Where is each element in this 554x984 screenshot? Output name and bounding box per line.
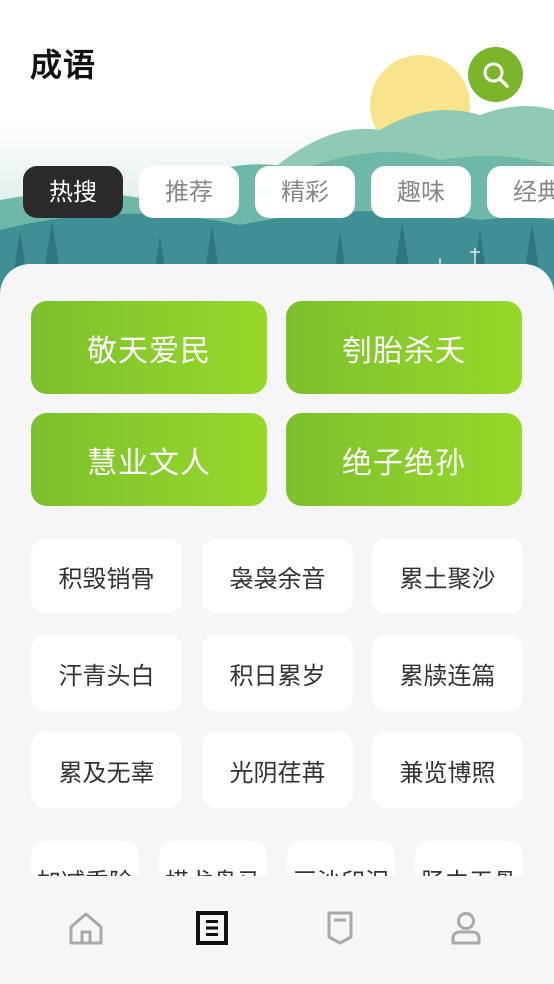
featured-idiom-card[interactable]: 绝子绝孙 (286, 413, 522, 506)
tab-fun[interactable]: 趣味 (371, 166, 471, 218)
category-tabs: 热搜 推荐 精彩 趣味 经典 (23, 166, 554, 218)
search-button[interactable] (468, 47, 523, 102)
featured-idiom-card[interactable]: 刳胎杀夭 (286, 301, 522, 394)
bottom-nav (0, 876, 554, 984)
idiom-chip[interactable]: 画沙印泥 (287, 841, 395, 876)
idiom-chip[interactable]: 横戈盘马 (159, 841, 267, 876)
nav-home[interactable] (56, 898, 116, 958)
idiom-chip[interactable]: 加减乘除 (31, 841, 139, 876)
tab-featured[interactable]: 精彩 (255, 166, 355, 218)
nav-bookmarks[interactable] (310, 898, 370, 958)
tab-classic[interactable]: 经典 (487, 166, 554, 218)
idiom-chip[interactable]: 积日累岁 (202, 635, 353, 711)
idiom-chip[interactable]: 积毁销骨 (31, 538, 182, 614)
search-icon (483, 62, 509, 88)
featured-idiom-card[interactable]: 慧业文人 (31, 413, 267, 506)
idiom-book-icon (196, 911, 228, 945)
bookmark-icon (327, 911, 353, 945)
featured-idiom-card[interactable]: 敬天爱民 (31, 301, 267, 394)
home-icon (69, 912, 103, 945)
page-title: 成语 (30, 46, 97, 84)
idiom-chip[interactable]: 汗青头白 (31, 635, 182, 711)
idiom-chip[interactable]: 累及无辜 (31, 732, 182, 808)
tab-hot-search[interactable]: 热搜 (23, 166, 123, 218)
profile-icon (451, 912, 481, 945)
tab-recommended[interactable]: 推荐 (139, 166, 239, 218)
idiom-chip[interactable]: 袅袅余音 (202, 538, 353, 614)
idiom-chip[interactable]: 累牍连篇 (372, 635, 523, 711)
idiom-chip[interactable]: 肠中无骨 (415, 841, 523, 876)
idiom-chip[interactable]: 兼览博照 (372, 732, 523, 808)
nav-idioms[interactable] (182, 898, 242, 958)
idiom-panel: 敬天爱民 刳胎杀夭 慧业文人 绝子绝孙 积毁销骨 袅袅余音 累土聚沙 汗青头白 … (0, 264, 554, 876)
idiom-chip[interactable]: 累土聚沙 (372, 538, 523, 614)
nav-profile[interactable] (436, 898, 496, 958)
idiom-chip[interactable]: 光阴荏苒 (202, 732, 353, 808)
